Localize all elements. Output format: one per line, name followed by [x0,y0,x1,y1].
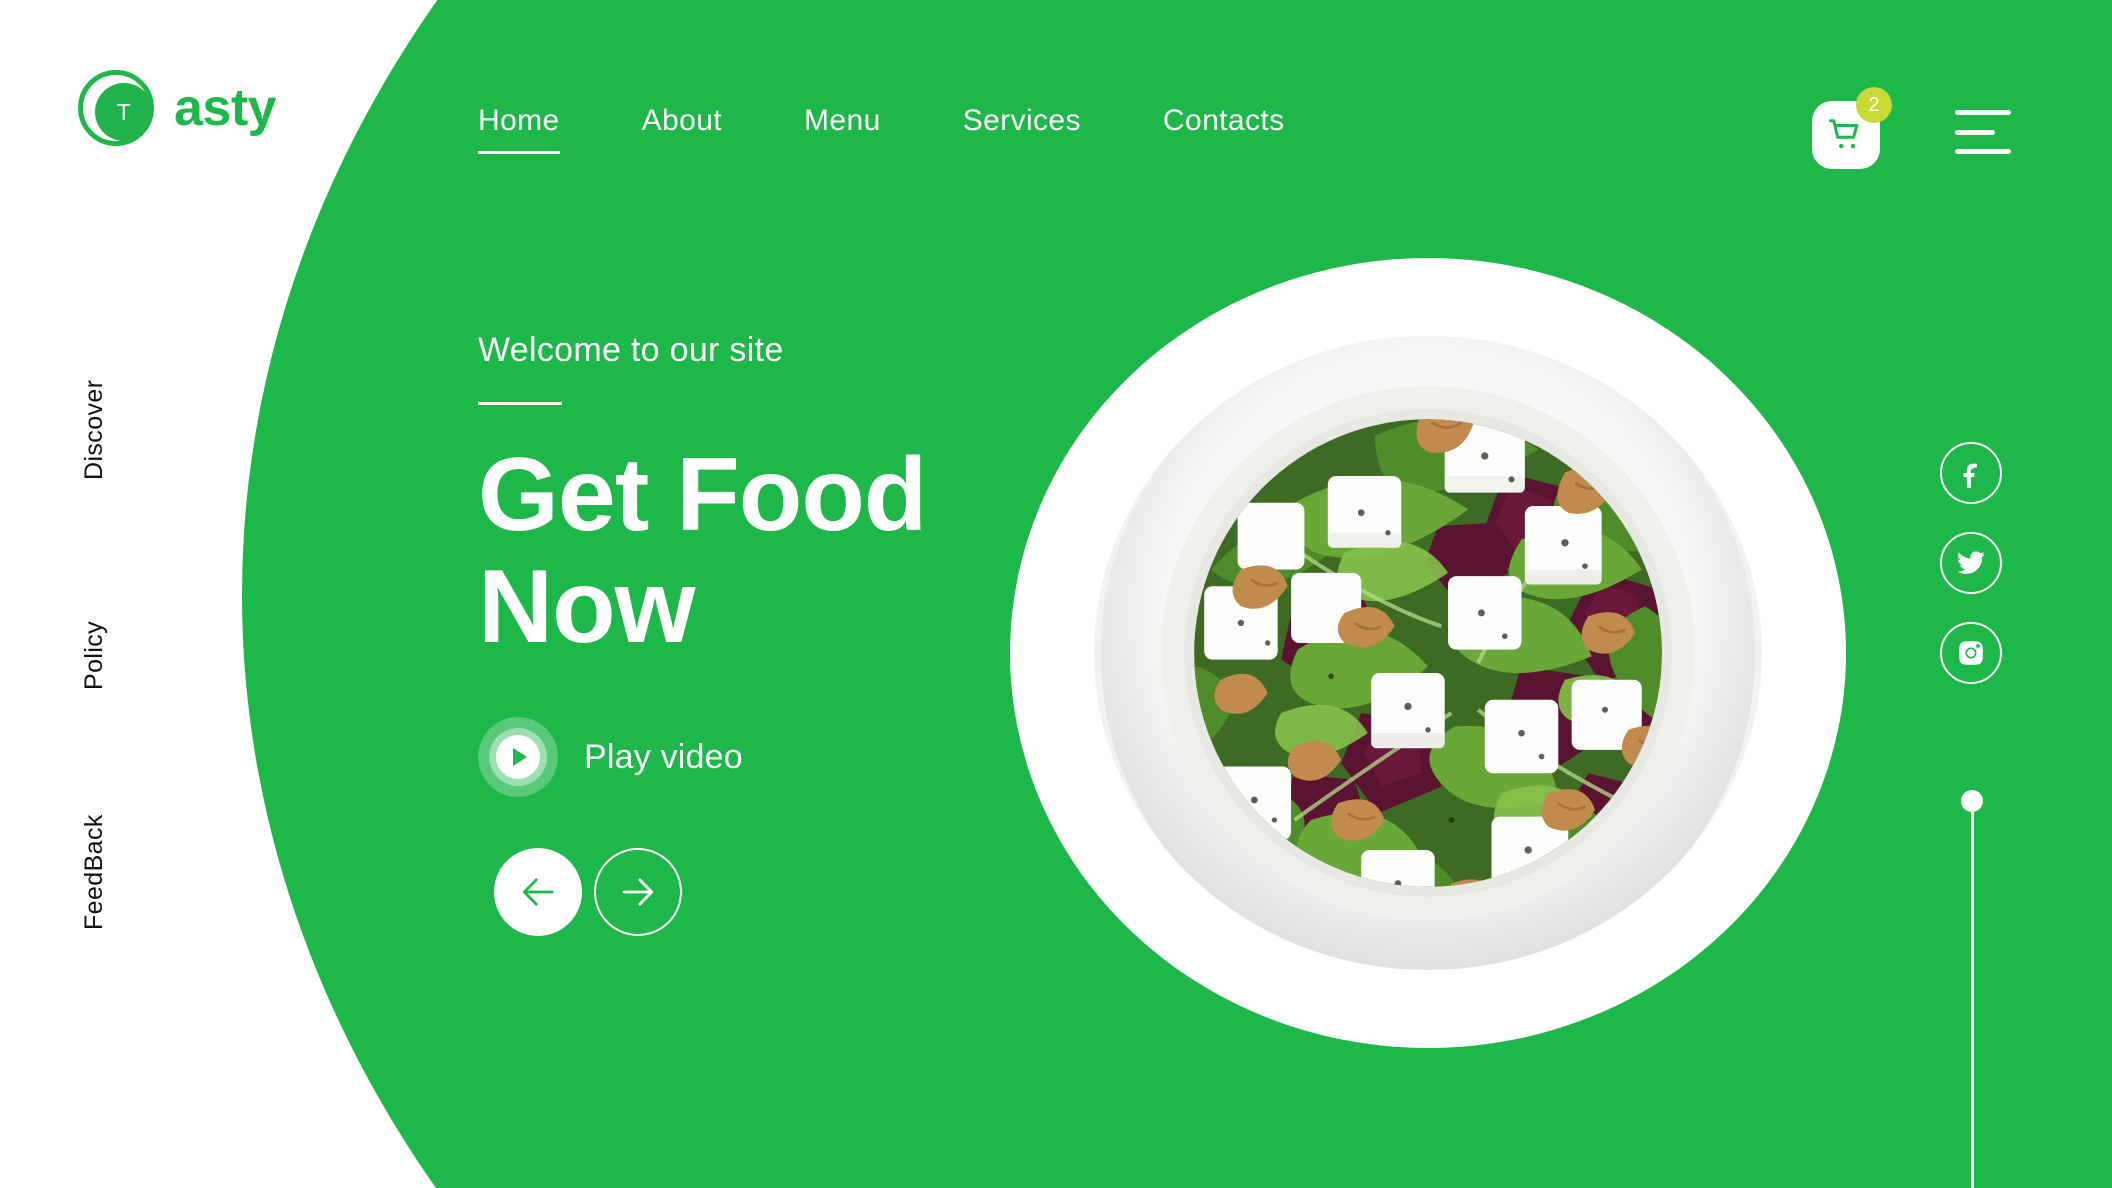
social-link-instagram[interactable] [1940,622,2002,684]
side-nav-item-policy[interactable]: Policy [80,621,109,690]
facebook-icon [1963,463,1977,488]
logo-letter: T [116,98,132,125]
nav-item-services[interactable]: Services [963,104,1081,154]
side-navigation: Discover Policy FeedBack [80,330,140,930]
hamburger-line-1 [1955,110,2011,115]
cart-button[interactable]: 2 [1812,87,1892,169]
hamburger-line-2 [1955,129,1995,135]
main-navigation: Home About Menu Services Contacts [478,104,1285,154]
nav-item-home[interactable]: Home [478,104,560,154]
slider-next-button[interactable] [594,848,682,936]
instagram-icon [1959,641,1983,665]
page-root: T asty Home About Menu Services Contacts… [0,0,2112,1188]
arrow-right-icon [622,878,654,906]
social-link-facebook[interactable] [1940,442,2002,504]
nav-item-about[interactable]: About [642,104,722,154]
play-video-label: Play video [584,737,743,776]
site-header: T asty Home About Menu Services Contacts… [0,0,2112,200]
brand-logo[interactable]: T asty [78,70,277,146]
slider-controls [494,848,682,936]
nav-item-menu[interactable]: Menu [804,104,881,154]
hero-title-line-1: Get Food [478,436,927,553]
side-nav-item-feedback[interactable]: FeedBack [80,814,109,930]
logo-mark: T [78,70,154,146]
hamburger-line-3 [1955,149,2011,154]
page-title: Get Food Now [478,439,1238,664]
twitter-icon [1957,551,1985,574]
slider-prev-button[interactable] [494,848,582,936]
play-video-button[interactable]: Play video [478,717,743,798]
hero-divider [478,401,562,405]
arrow-left-icon [522,878,554,906]
nav-item-contacts[interactable]: Contacts [1163,104,1285,154]
play-button-circle [478,717,558,798]
play-button-core [496,735,540,780]
hero-title-line-2: Now [478,549,696,666]
social-links [1940,442,2002,684]
brand-name: asty [174,79,277,137]
side-nav-item-discover[interactable]: Discover [80,380,109,480]
logo-disc-icon: T [95,83,153,141]
shopping-cart-icon [1828,119,1859,149]
cart-count-badge: 2 [1856,87,1892,123]
hero-kicker: Welcome to our site [478,331,784,369]
social-link-twitter[interactable] [1940,532,2002,594]
hero-section: Welcome to our site Get Food Now Play vi… [478,330,1238,798]
hamburger-menu-icon[interactable] [1955,110,2011,154]
scroll-indicator-line [1971,806,1974,1188]
play-triangle-icon [513,748,527,767]
scroll-indicator[interactable] [1961,790,1983,1188]
